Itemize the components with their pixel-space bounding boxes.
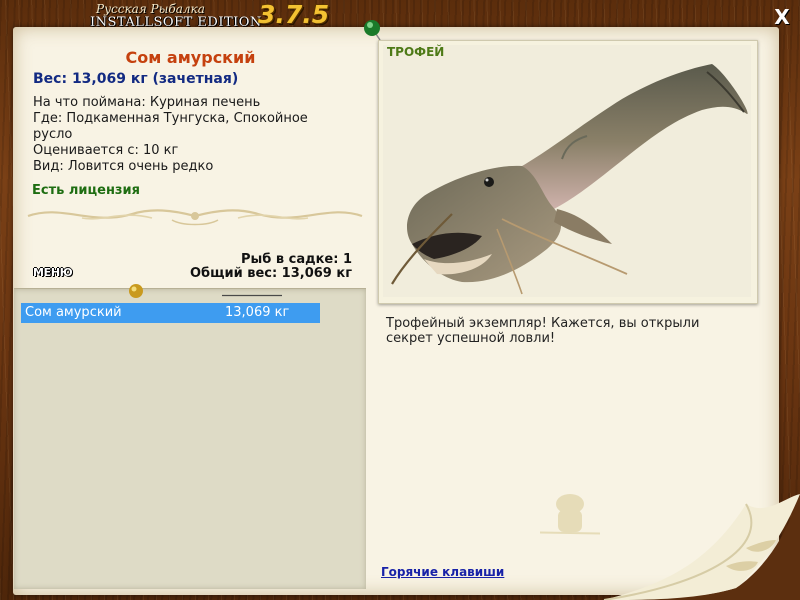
total-weight: Общий вес: 13,069 кг (189, 266, 352, 281)
license-status: Есть лицензия (32, 183, 140, 198)
trophy-message: Трофейный экземпляр! Кажется, вы открыли… (386, 316, 700, 346)
menu-button[interactable]: МЕНЮ (33, 266, 73, 279)
fish-weight: Вес: 13,069 кг (зачетная) (33, 71, 239, 87)
logo-version: 3.7.5 (258, 0, 330, 29)
catch-list-item[interactable]: Сом амурский 13,069 кг (21, 303, 320, 323)
location-info: Где: Подкаменная Тунгуска, Спокойное рус… (33, 111, 308, 142)
fish-count: Рыб в садке: 1 (240, 252, 352, 267)
bait-info: На что поймана: Куриная печень (33, 95, 261, 110)
yellow-pin-icon (129, 284, 143, 298)
catfish-photo (391, 64, 748, 295)
hotkeys-link[interactable]: Горячие клавиши (381, 565, 504, 579)
green-pushpin-icon (364, 20, 381, 41)
catch-item-name: Сом амурский (25, 305, 122, 320)
fisherman-silhouette-icon (540, 494, 600, 535)
value-info: Оценивается с: 10 кг (33, 143, 179, 158)
rarity-info: Вид: Ловится очень редко (33, 159, 214, 174)
decorative-ornament (27, 209, 363, 226)
trophy-label: ТРОФЕЙ (387, 45, 445, 59)
close-icon[interactable]: X (771, 6, 793, 28)
catch-item-weight: 13,069 кг (225, 305, 290, 320)
page-curl (596, 488, 800, 600)
needle-icon (222, 294, 282, 297)
fish-title: Сом амурский (125, 48, 256, 67)
catch-list-panel (14, 288, 366, 589)
logo-title: Русская Рыбалка (96, 2, 205, 16)
